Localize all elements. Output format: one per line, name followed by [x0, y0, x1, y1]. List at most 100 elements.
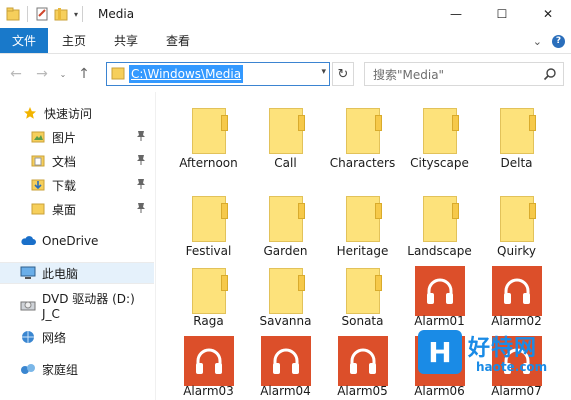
- sidebar-item-documents[interactable]: 文档: [0, 150, 154, 172]
- folder-item[interactable]: Festival: [170, 186, 247, 266]
- pin-icon[interactable]: [136, 178, 146, 193]
- folder-icon: [415, 106, 465, 156]
- folder-icon: [261, 106, 311, 156]
- file-name: Festival: [185, 244, 232, 258]
- folder-item[interactable]: Heritage: [324, 186, 401, 266]
- pin-icon[interactable]: [136, 130, 146, 145]
- sidebar-item-label: 网络: [42, 330, 67, 345]
- refresh-icon: ↻: [337, 66, 349, 82]
- sidebar-item-label: 此电脑: [42, 266, 79, 281]
- address-bar[interactable]: C:\Windows\Media ▾: [106, 62, 330, 86]
- properties-icon[interactable]: [34, 6, 50, 22]
- customize-toolbar-chevron-icon[interactable]: ▾: [74, 10, 78, 19]
- pin-icon[interactable]: [136, 154, 146, 169]
- expand-ribbon-chevron-icon[interactable]: ⌄: [533, 35, 542, 48]
- folder-item[interactable]: Landscape: [401, 186, 478, 266]
- sidebar-item-label: OneDrive: [42, 234, 99, 248]
- folder-icon: [184, 194, 234, 244]
- folder-item[interactable]: Garden: [247, 186, 324, 266]
- folder-icon: [415, 194, 465, 244]
- sidebar-item-homegroup[interactable]: 家庭组: [0, 358, 154, 380]
- folder-item[interactable]: Savanna: [247, 258, 324, 338]
- sidebar-item-label: 桌面: [52, 202, 77, 217]
- audio-file-item[interactable]: Alarm04: [247, 328, 324, 400]
- sidebar-item-pictures[interactable]: 图片: [0, 126, 154, 148]
- window-controls: — ☐ ✕: [433, 0, 571, 28]
- audio-file-item[interactable]: Alarm03: [170, 328, 247, 400]
- documents-icon: [30, 153, 46, 169]
- window-title: Media: [98, 7, 135, 21]
- pictures-icon: [30, 129, 46, 145]
- new-folder-icon[interactable]: [53, 6, 69, 22]
- file-name: Heritage: [336, 244, 389, 258]
- watermark: H 好特网 haote.com: [418, 320, 571, 400]
- tab-share[interactable]: 共享: [100, 28, 152, 53]
- folder-item[interactable]: Raga: [170, 258, 247, 338]
- sidebar-item-onedrive[interactable]: OneDrive: [0, 230, 154, 252]
- network-icon: [20, 329, 36, 345]
- search-placeholder: 搜索"Media": [373, 67, 445, 82]
- folder-icon: [492, 194, 542, 244]
- watermark-url: haote.com: [476, 360, 548, 374]
- folder-icon[interactable]: [5, 6, 21, 22]
- help-icon[interactable]: ?: [552, 34, 565, 48]
- star-icon: [22, 105, 38, 121]
- address-path[interactable]: C:\Windows\Media: [129, 65, 244, 83]
- sidebar-item-label: DVD 驱动器 (D:) J_C: [42, 291, 135, 321]
- folder-item[interactable]: Afternoon: [170, 98, 247, 178]
- folder-item[interactable]: Characters: [324, 98, 401, 178]
- folder-item[interactable]: Delta: [478, 98, 555, 178]
- computer-icon: [20, 265, 36, 281]
- watermark-logo: H: [418, 330, 462, 374]
- maximize-button[interactable]: ☐: [479, 0, 525, 28]
- sidebar-item-this-pc[interactable]: 此电脑: [0, 262, 154, 284]
- sidebar-item-label: 快速访问: [44, 106, 93, 121]
- file-name: Alarm04: [260, 384, 311, 398]
- up-arrow-icon[interactable]: ↑: [74, 62, 94, 86]
- headphones-icon: [414, 266, 465, 316]
- sidebar-item-downloads[interactable]: 下载: [0, 174, 154, 196]
- search-icon[interactable]: [543, 67, 557, 84]
- ribbon-right-controls: ⌄ ?: [533, 28, 565, 54]
- ribbon-tabs: 文件 主页 共享 查看 ⌄ ?: [0, 28, 571, 54]
- recent-locations-chevron-icon[interactable]: ⌄: [56, 62, 70, 86]
- search-input[interactable]: 搜索"Media": [364, 62, 564, 86]
- sidebar-item-quick-access[interactable]: 快速访问: [0, 102, 154, 124]
- folder-icon: [492, 106, 542, 156]
- tab-home[interactable]: 主页: [48, 28, 100, 53]
- pin-icon[interactable]: [136, 202, 146, 217]
- file-name: Sonata: [341, 314, 384, 328]
- sidebar-item-label: 文档: [52, 154, 77, 169]
- tab-view[interactable]: 查看: [152, 28, 204, 53]
- file-name: Garden: [263, 244, 308, 258]
- file-name: Cityscape: [410, 156, 469, 170]
- sidebar-item-dvd-drive[interactable]: DVD 驱动器 (D:) J_C: [0, 292, 154, 321]
- sidebar-item-network[interactable]: 网络: [0, 326, 154, 348]
- folder-icon: [338, 106, 388, 156]
- folder-icon: [184, 266, 234, 316]
- folder-item[interactable]: Call: [247, 98, 324, 178]
- cloud-icon: [20, 233, 36, 249]
- headphones-icon: [183, 336, 234, 386]
- sidebar-item-label: 家庭组: [42, 362, 79, 377]
- sidebar-item-desktop[interactable]: 桌面: [0, 198, 154, 220]
- folder-item[interactable]: Cityscape: [401, 98, 478, 178]
- close-button[interactable]: ✕: [525, 0, 571, 28]
- desktop-icon: [30, 201, 46, 217]
- folder-item[interactable]: Quirky: [478, 186, 555, 266]
- minimize-button[interactable]: —: [433, 0, 479, 28]
- sidebar-item-label: 图片: [52, 130, 77, 145]
- folder-item[interactable]: Sonata: [324, 258, 401, 338]
- navigation-pane: 快速访问 图片 文档 下载 桌面 OneDrive 此电脑 DVD 驱动器 (D…: [0, 92, 156, 400]
- homegroup-icon: [20, 361, 36, 377]
- headphones-icon: [260, 336, 311, 386]
- refresh-button[interactable]: ↻: [332, 62, 354, 86]
- forward-arrow-icon[interactable]: →: [32, 62, 52, 86]
- file-name: Quirky: [497, 244, 536, 258]
- file-name: Savanna: [259, 314, 312, 328]
- address-dropdown-chevron-icon[interactable]: ▾: [321, 67, 326, 77]
- back-arrow-icon[interactable]: ←: [6, 62, 26, 86]
- tab-file[interactable]: 文件: [0, 28, 49, 53]
- audio-file-item[interactable]: Alarm05: [324, 328, 401, 400]
- pane-divider: [155, 92, 156, 400]
